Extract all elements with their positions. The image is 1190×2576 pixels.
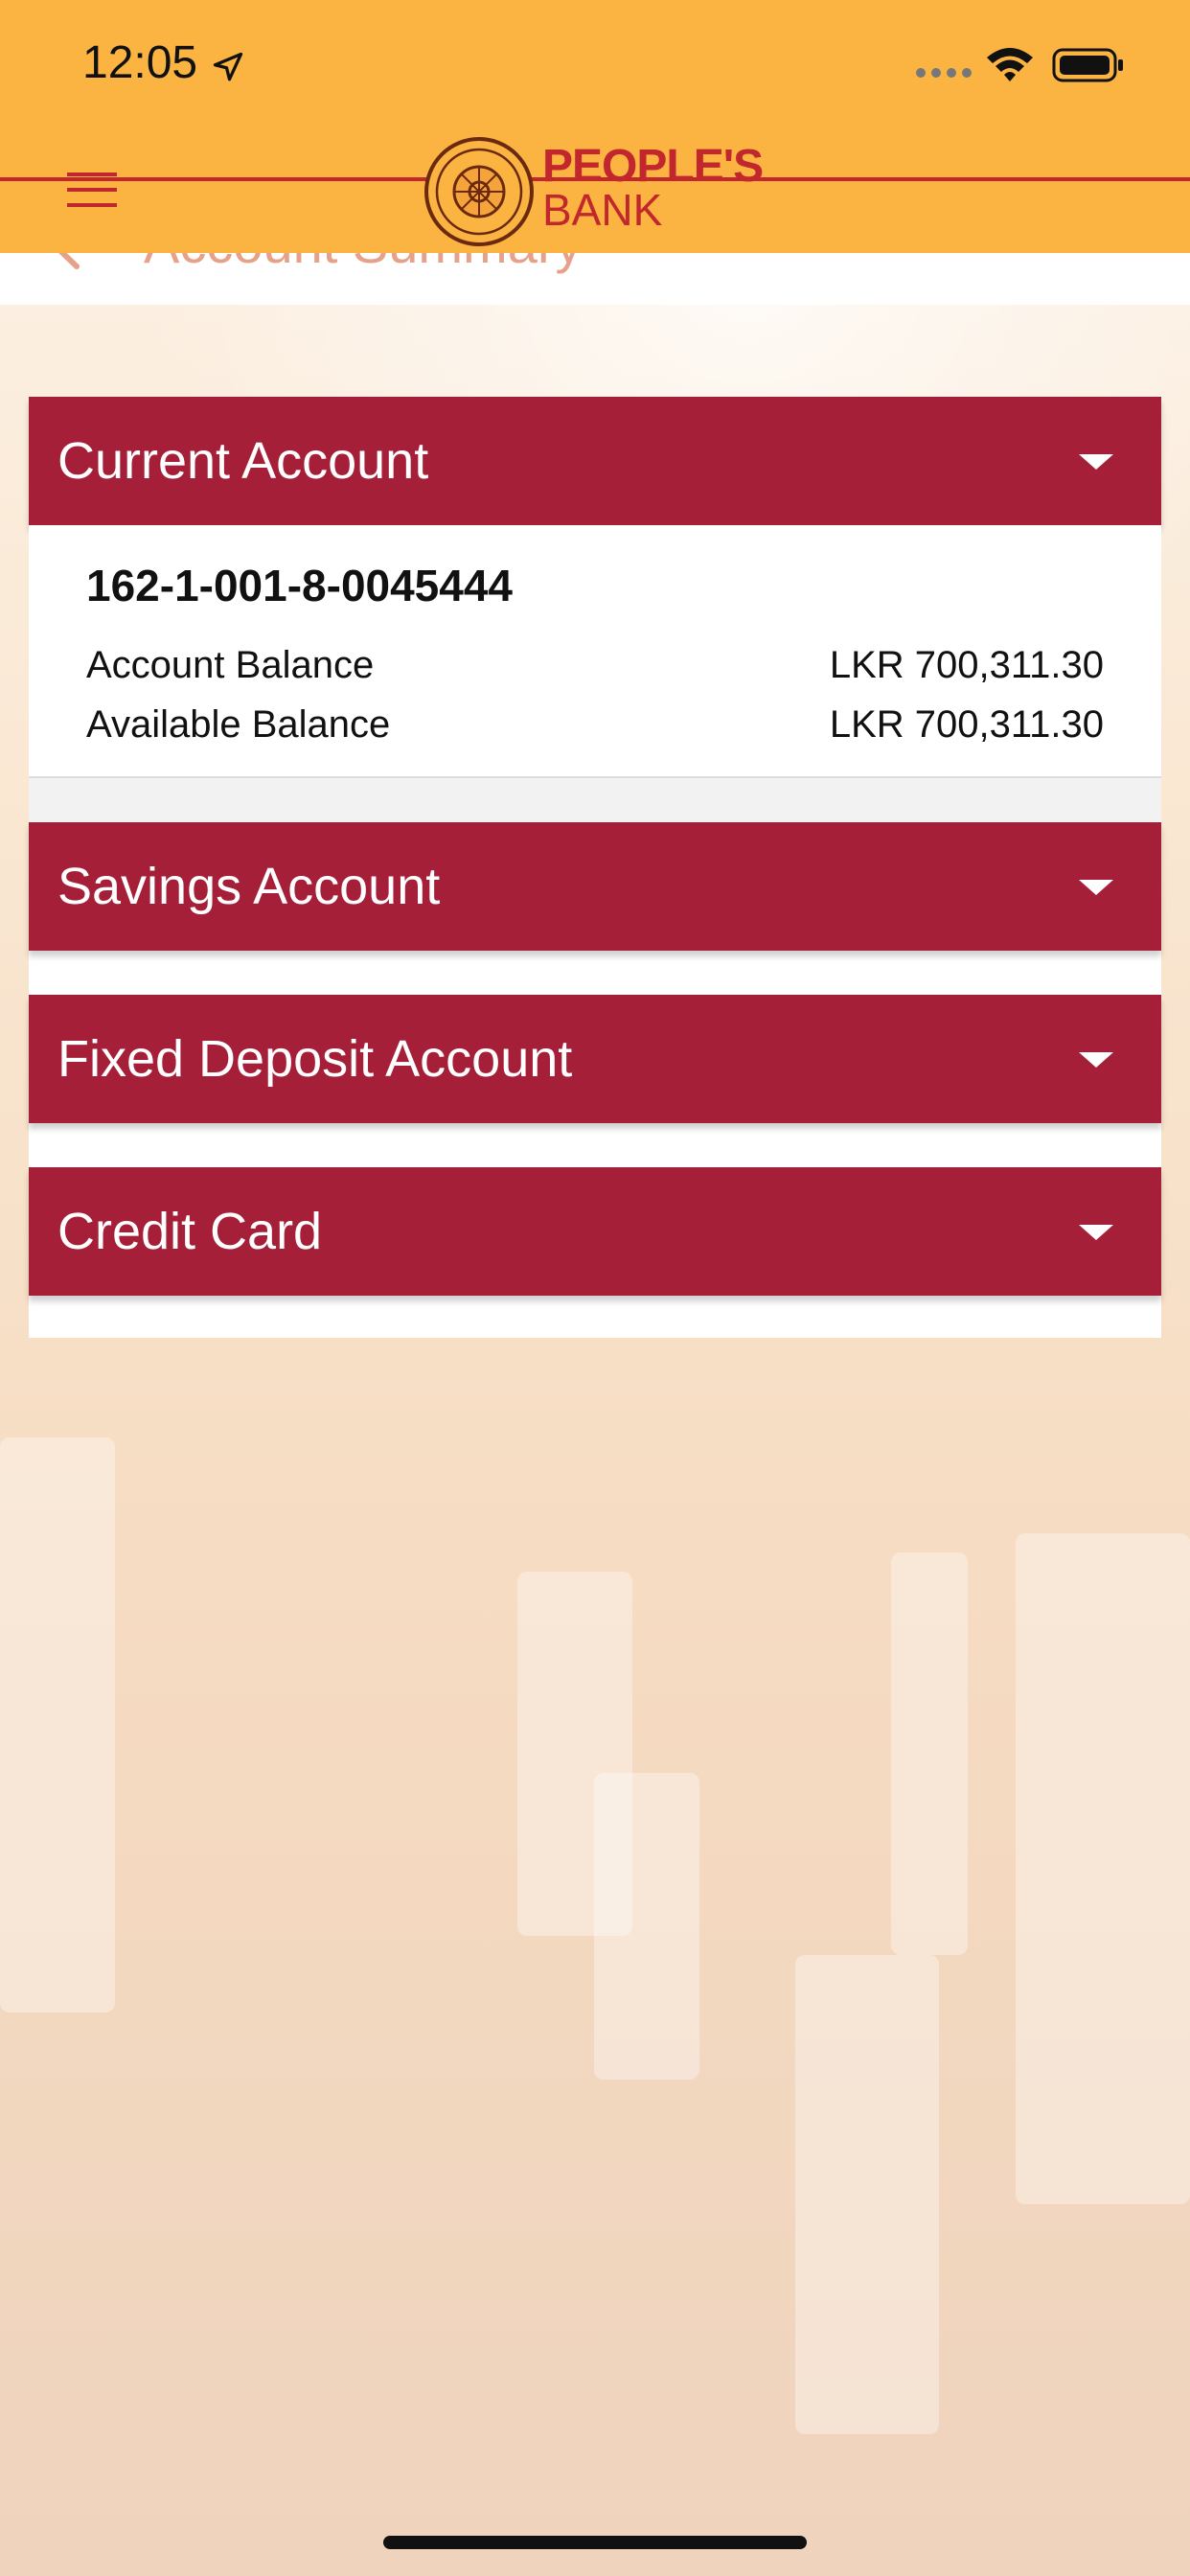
available-balance-value: LKR 700,311.30: [829, 703, 1104, 746]
section-label: Fixed Deposit Account: [57, 1030, 573, 1088]
section-savings-account[interactable]: Savings Account: [29, 822, 1161, 951]
section-credit-card[interactable]: Credit Card: [29, 1167, 1161, 1296]
section-current-account[interactable]: Current Account: [29, 397, 1161, 525]
logo-text: PEOPLE'S BANK: [542, 141, 764, 235]
section-label: Savings Account: [57, 858, 441, 915]
account-balance-value: LKR 700,311.30: [829, 644, 1104, 686]
battery-icon: [1052, 48, 1123, 82]
status-time: 12:05: [82, 37, 198, 88]
section-label: Credit Card: [57, 1203, 323, 1260]
account-number: 162-1-001-8-0045444: [86, 561, 514, 610]
location-arrow-icon: [213, 52, 243, 81]
signal-icon: [916, 68, 972, 78]
peoples-bank-seal-logo: [424, 137, 534, 246]
logo-text-line2: BANK: [542, 185, 663, 235]
section-label: Current Account: [57, 432, 429, 490]
hamburger-menu-icon[interactable]: [65, 171, 119, 209]
chevron-down-icon: [1079, 454, 1113, 470]
current-account-card[interactable]: 162-1-001-8-0045444 Account Balance LKR …: [29, 525, 1161, 778]
section-fixed-deposit-account[interactable]: Fixed Deposit Account: [29, 995, 1161, 1123]
app-header: 12:05 PEOPLE'S BANK: [0, 0, 1190, 253]
home-indicator[interactable]: [383, 2536, 807, 2549]
chevron-down-icon: [1079, 880, 1113, 895]
available-balance-label: Available Balance: [86, 703, 391, 746]
chevron-down-icon: [1079, 1225, 1113, 1240]
available-balance-row: Available Balance LKR 700,311.30: [86, 703, 1133, 747]
account-balance-label: Account Balance: [86, 644, 375, 686]
account-balance-row: Account Balance LKR 700,311.30: [86, 644, 1133, 687]
logo-text-line1: PEOPLE'S: [542, 141, 764, 192]
wifi-icon: [987, 48, 1033, 81]
section-separator: [29, 778, 1161, 822]
chevron-down-icon: [1079, 1052, 1113, 1068]
